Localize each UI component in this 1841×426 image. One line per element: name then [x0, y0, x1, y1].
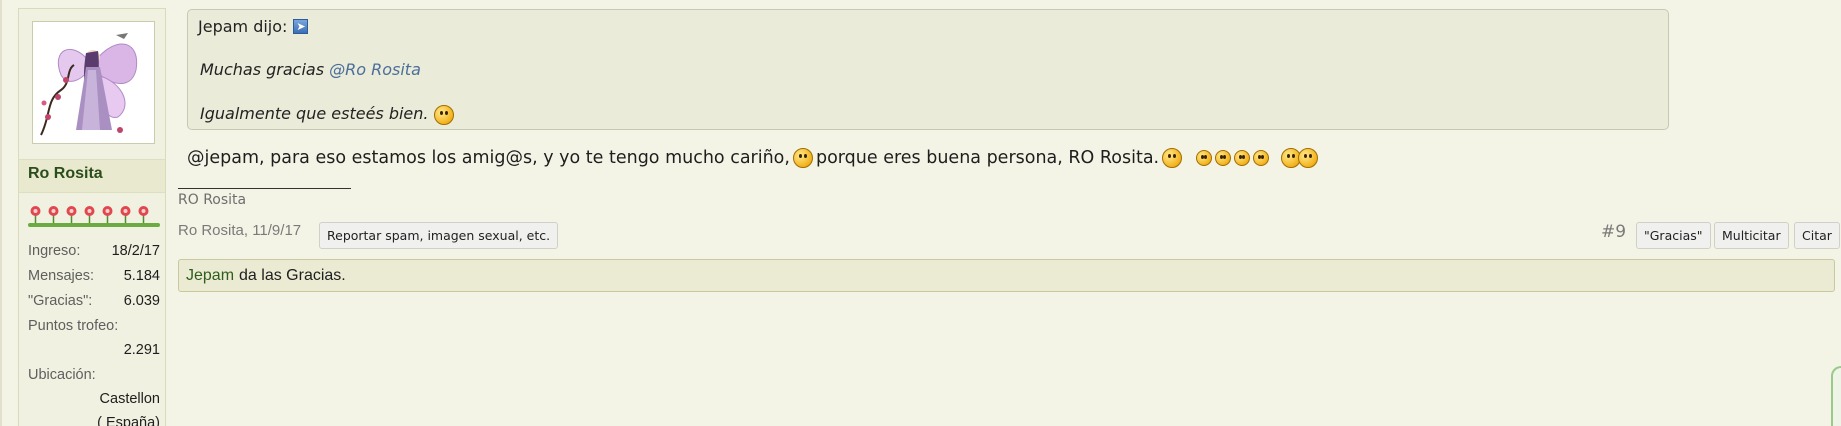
page-left-edge: [0, 0, 2, 426]
thanks-button[interactable]: "Gracias": [1636, 222, 1711, 249]
quote-author: Jepam dijo:: [198, 17, 288, 36]
flower-icon: [30, 206, 41, 223]
post-author-date[interactable]: Ro Rosita, 11/9/17: [178, 222, 301, 239]
avatar-image: [36, 25, 151, 140]
stat-label: Ingreso:: [28, 242, 81, 259]
stat-label: Mensajes:: [28, 267, 95, 284]
thanks-user-link[interactable]: Jepam: [186, 267, 234, 285]
multiquote-button[interactable]: Multicitar: [1714, 222, 1789, 249]
quote-button[interactable]: Citar: [1794, 222, 1840, 249]
flower-icon: [66, 206, 77, 223]
message-text-part: porque eres buena persona, RO Rosita.: [815, 148, 1160, 168]
flower-icon: [102, 206, 113, 223]
signature: RO Rosita: [178, 192, 247, 208]
flower-icon: [84, 206, 95, 223]
quote-line: Igualmente que esteés bien.: [200, 104, 454, 125]
signature-divider: [178, 188, 351, 189]
stat-value-link[interactable]: 2.291: [28, 338, 160, 362]
emoji-icon: [1234, 150, 1251, 166]
emoji-icon: [1253, 150, 1270, 166]
stat-value: 18/2/17: [111, 242, 160, 259]
user-stats: Ingreso: 18/2/17 Mensajes: 5.184 "Gracia…: [28, 238, 160, 426]
thanks-summary: Jepam da las Gracias.: [178, 259, 1835, 292]
location-link[interactable]: ( España): [28, 411, 160, 426]
quote-text: Muchas gracias: [200, 60, 330, 79]
flower-icon: [138, 206, 149, 223]
flower-icon: [48, 206, 59, 223]
emoji-icon: [792, 148, 813, 168]
stat-mensajes: Mensajes: 5.184: [28, 263, 160, 288]
emoji-icon: [433, 104, 454, 125]
emoji-icon: [1196, 150, 1213, 166]
stat-ingreso: Ingreso: 18/2/17: [28, 238, 160, 263]
post-number-link[interactable]: #9: [1601, 222, 1626, 242]
stat-value-link[interactable]: 5.184: [124, 268, 160, 284]
thanks-text: da las Gracias.: [239, 266, 346, 284]
avatar[interactable]: [32, 21, 155, 144]
stat-label: Ubicación:: [28, 366, 96, 383]
quote-line: Muchas gracias @Ro Rosita: [200, 60, 421, 79]
location-link[interactable]: Castellon: [28, 387, 160, 411]
stat-label: Puntos trofeo:: [28, 317, 119, 334]
flower-icon: [120, 206, 131, 223]
emoji-icon: [1298, 148, 1319, 168]
quote-header: Jepam dijo: ➤: [198, 17, 309, 36]
emoji-icon: [1215, 150, 1232, 166]
message-text-part: @jepam, para eso estamos los amig@s, y y…: [187, 148, 790, 168]
quote-text: Igualmente que esteés bien.: [200, 104, 429, 123]
stat-gracias: "Gracias": 6.039: [28, 288, 160, 313]
mention-link[interactable]: @Ro Rosita: [329, 60, 421, 79]
rank-flowers: [28, 205, 160, 227]
emoji-icon: [1162, 148, 1183, 168]
username-link[interactable]: Ro Rosita: [19, 159, 165, 193]
stat-value: 6.039: [123, 292, 160, 309]
message-text: @jepam, para eso estamos los amig@s, y y…: [187, 148, 1319, 168]
stat-label: "Gracias":: [28, 292, 93, 309]
scroll-widget[interactable]: [1831, 366, 1841, 426]
message-user-info: Ro Rosita Ingreso: 18/2/17 Mensajes: 5.1…: [18, 8, 166, 426]
avatar-fairy-icon: [36, 25, 151, 140]
arrow-icon[interactable]: ➤: [293, 19, 309, 34]
report-button[interactable]: Reportar spam, imagen sexual, etc.: [319, 222, 559, 249]
quote-block: Jepam dijo: ➤ Muchas gracias @Ro Rosita …: [187, 9, 1669, 130]
